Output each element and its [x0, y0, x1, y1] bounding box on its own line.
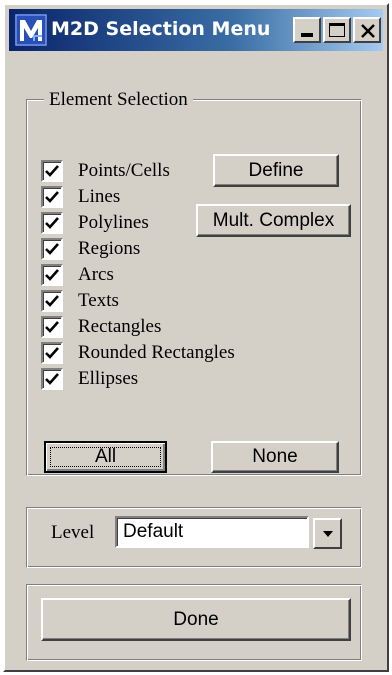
checkbox-label: Arcs [78, 264, 114, 285]
chevron-down-icon [323, 531, 333, 537]
checkbox-box[interactable] [41, 342, 63, 364]
mult-complex-button[interactable]: Mult. Complex [196, 204, 351, 237]
checkbox-label: Ellipses [78, 368, 139, 389]
checkbox-points-cells[interactable]: Points/Cells [41, 158, 170, 184]
checkmark-icon [45, 373, 59, 385]
checkmark-icon [45, 165, 59, 177]
checkmark-icon [45, 347, 59, 359]
select-all-button[interactable]: All [44, 441, 167, 473]
maximize-button[interactable] [323, 17, 351, 43]
checkmark-icon [45, 217, 59, 229]
m2d-app-icon [15, 14, 47, 46]
done-button[interactable]: Done [41, 598, 351, 641]
minimize-button[interactable] [293, 17, 321, 43]
level-dropdown-button[interactable] [313, 518, 342, 549]
level-select[interactable]: Default [115, 516, 309, 548]
checkbox-box[interactable] [41, 212, 63, 234]
checkbox-box[interactable] [41, 160, 63, 182]
checkbox-box[interactable] [41, 186, 63, 208]
checkbox-ellipses[interactable]: Ellipses [41, 366, 138, 392]
element-selection-legend: Element Selection [44, 89, 193, 111]
checkbox-arcs[interactable]: Arcs [41, 262, 114, 288]
checkbox-label: Regions [78, 238, 141, 259]
checkbox-box[interactable] [41, 368, 63, 390]
checkbox-rectangles[interactable]: Rectangles [41, 314, 161, 340]
checkbox-label: Points/Cells [78, 160, 170, 181]
checkbox-label: Rectangles [78, 316, 162, 337]
checkbox-label: Lines [78, 186, 121, 207]
checkbox-box[interactable] [41, 264, 63, 286]
checkmark-icon [45, 191, 59, 203]
checkbox-label: Texts [78, 290, 119, 311]
close-button[interactable] [353, 17, 381, 43]
checkmark-icon [45, 295, 59, 307]
checkmark-icon [45, 269, 59, 281]
window-title: M2D Selection Menu [51, 18, 271, 40]
checkbox-lines[interactable]: Lines [41, 184, 120, 210]
level-label: Level [51, 522, 95, 543]
checkbox-label: Polylines [78, 212, 149, 233]
checkbox-label: Rounded Rectangles [78, 342, 235, 363]
title-bar[interactable]: M2D Selection Menu [9, 9, 383, 51]
checkbox-polylines[interactable]: Polylines [41, 210, 149, 236]
checkbox-box[interactable] [41, 316, 63, 338]
checkbox-texts[interactable]: Texts [41, 288, 119, 314]
checkbox-rounded-rectangles[interactable]: Rounded Rectangles [41, 340, 235, 366]
define-button[interactable]: Define [213, 154, 339, 187]
focus-ring [50, 447, 161, 467]
close-icon [361, 24, 375, 38]
checkmark-icon [45, 243, 59, 255]
checkbox-regions[interactable]: Regions [41, 236, 140, 262]
checkbox-box[interactable] [41, 238, 63, 260]
select-none-button[interactable]: None [211, 441, 339, 473]
checkmark-icon [45, 321, 59, 333]
checkbox-box[interactable] [41, 290, 63, 312]
